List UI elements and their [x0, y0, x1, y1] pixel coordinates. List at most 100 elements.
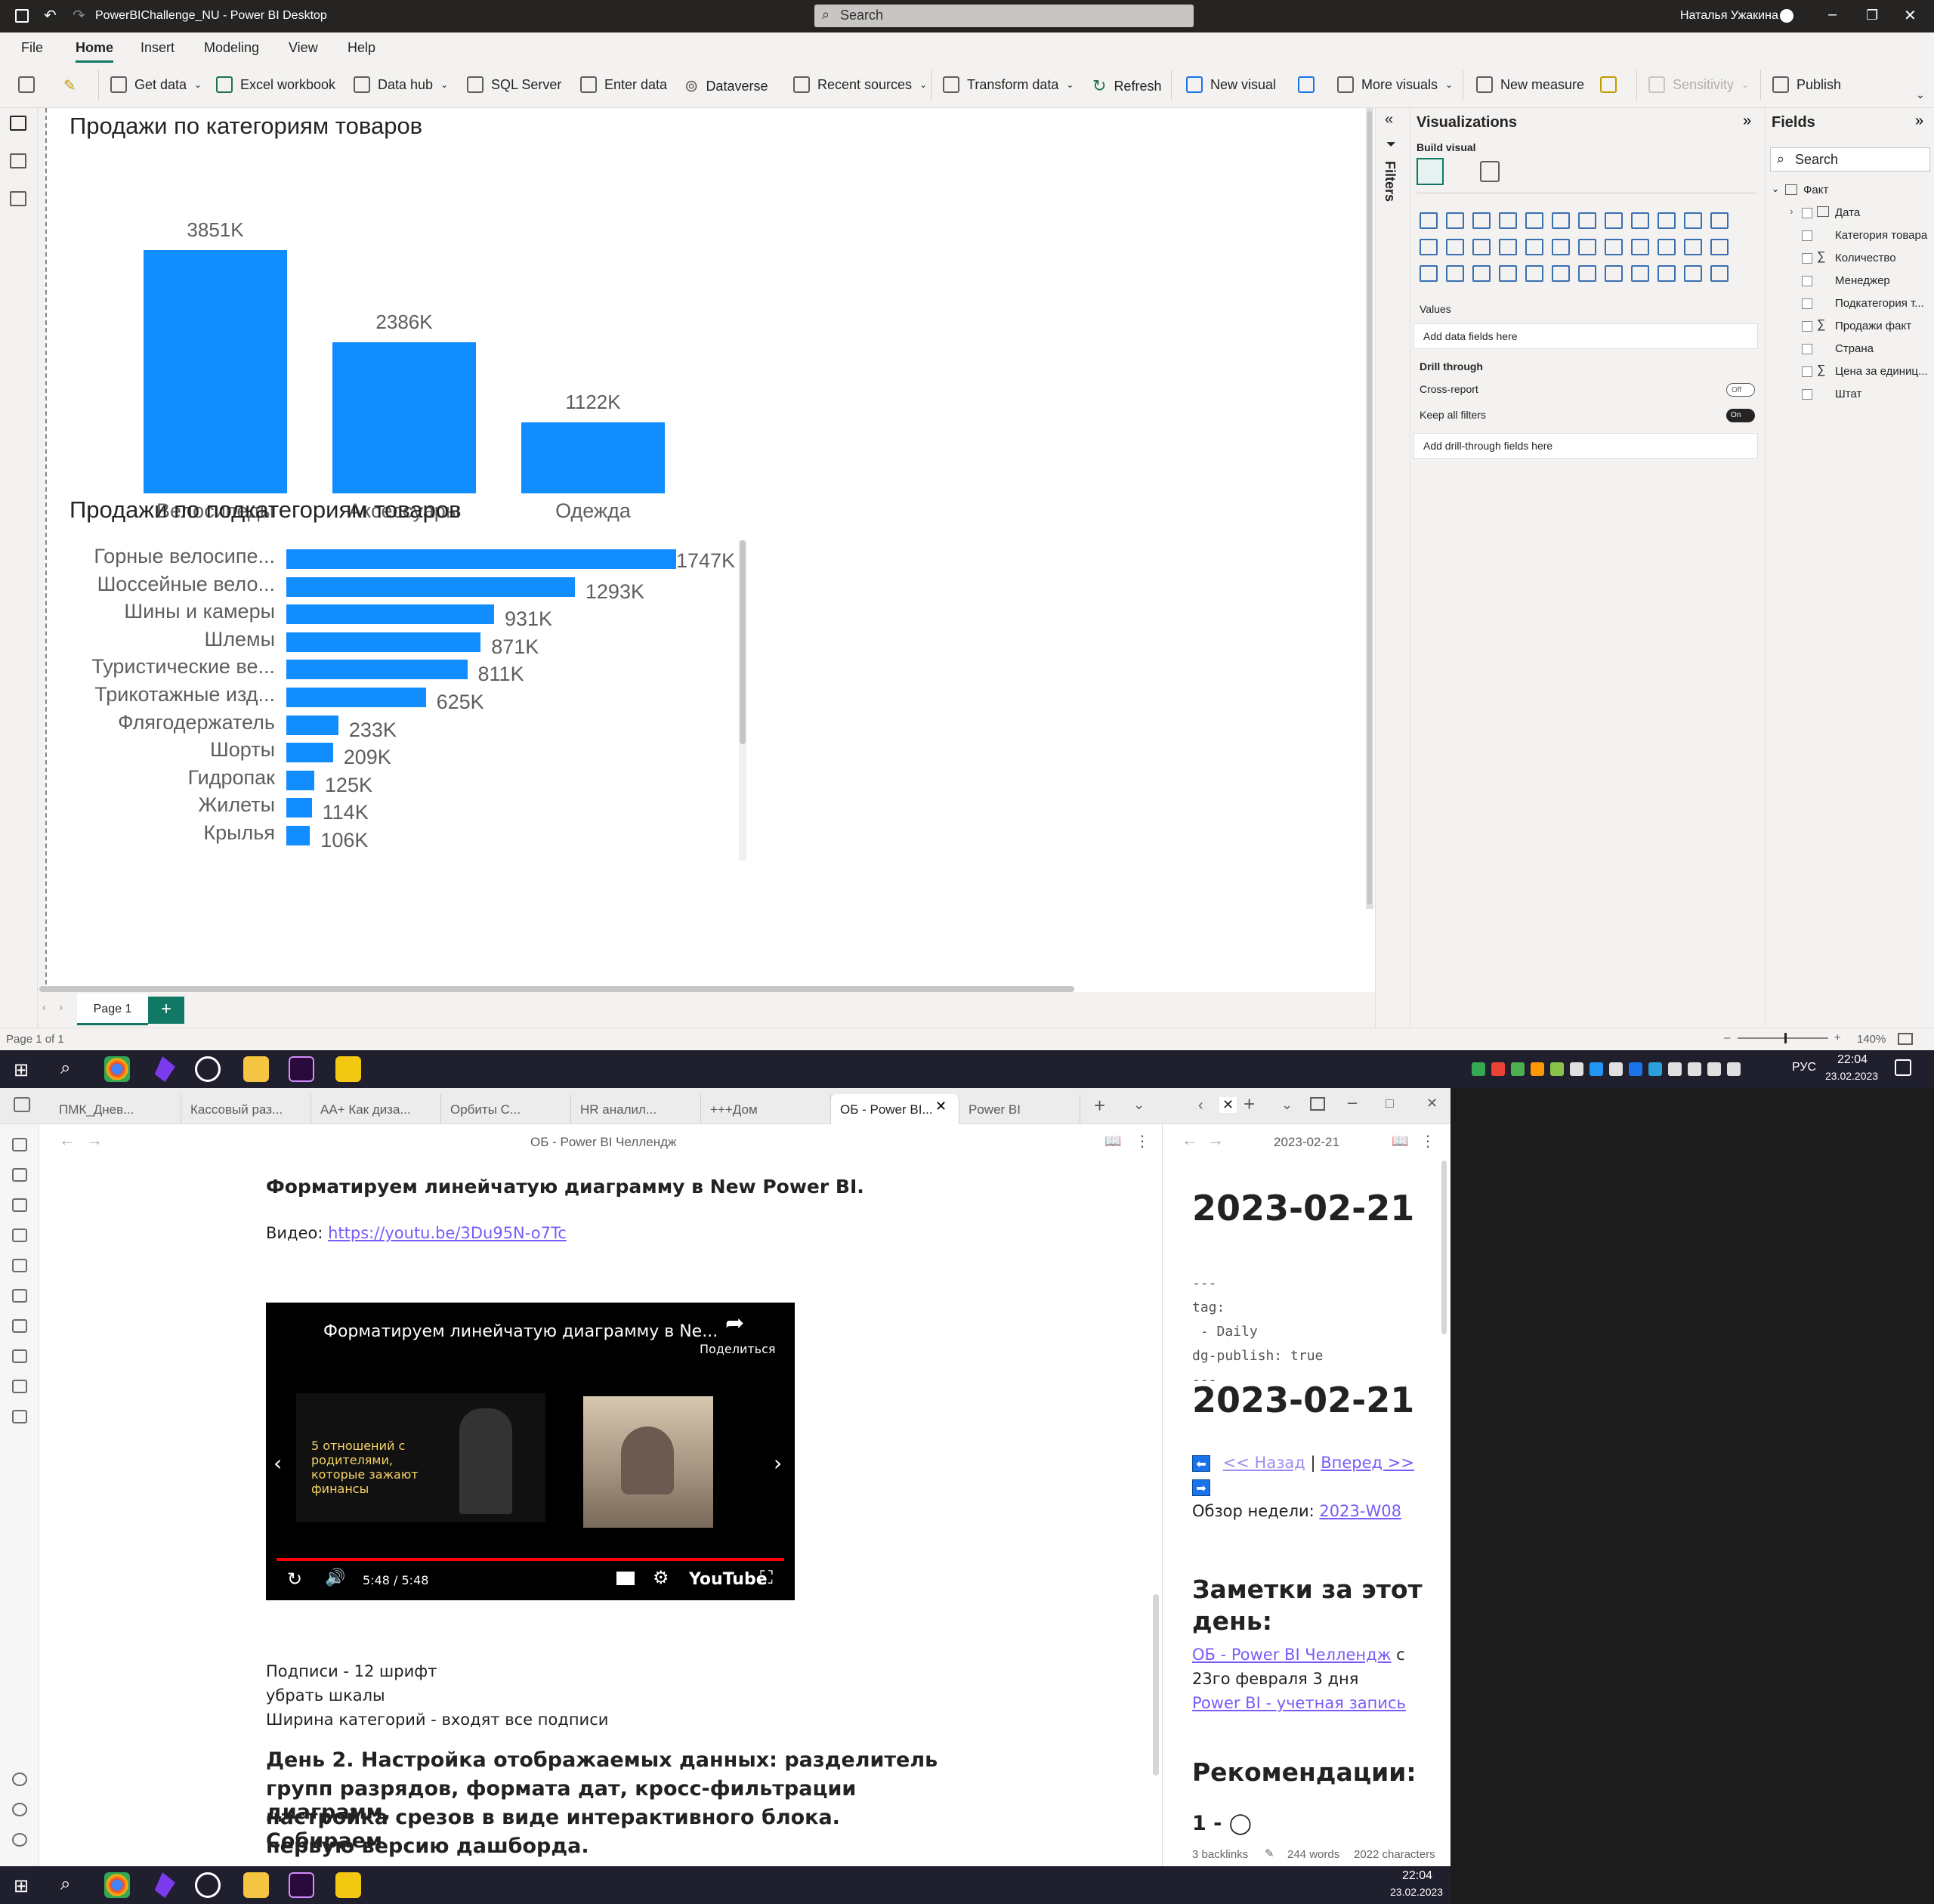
enter-data-button[interactable]: Enter data: [580, 76, 667, 93]
report-view-icon[interactable]: [10, 116, 26, 131]
powerbi-icon[interactable]: [335, 1872, 361, 1898]
dropbox-icon[interactable]: [1590, 1062, 1603, 1076]
premiere-icon[interactable]: [289, 1872, 314, 1898]
chrome-icon[interactable]: [104, 1872, 130, 1898]
tray-lang[interactable]: РУС: [1792, 1061, 1816, 1074]
note-link-2[interactable]: Power BI - учетная запись: [1192, 1694, 1406, 1712]
horizontal-bar[interactable]: [286, 688, 426, 707]
word-icon[interactable]: [1629, 1062, 1642, 1076]
column-bar[interactable]: [521, 422, 665, 493]
field-checkbox[interactable]: [1802, 230, 1812, 241]
tab-insert[interactable]: Insert: [141, 40, 175, 56]
new-tab-icon[interactable]: +: [1244, 1093, 1255, 1116]
vault-icon[interactable]: [12, 1773, 27, 1786]
tab-pmk[interactable]: ПМК_Днев...: [50, 1094, 181, 1124]
zoom-out-icon[interactable]: –: [1724, 1031, 1730, 1044]
chart-2-scrollbar-track[interactable]: [739, 540, 746, 861]
pane-divider[interactable]: [1162, 1124, 1163, 1866]
forward-icon[interactable]: →: [1207, 1130, 1224, 1150]
kpi-icon[interactable]: [1684, 239, 1702, 255]
stacked-area-icon[interactable]: [1631, 212, 1649, 229]
git-icon[interactable]: [12, 1319, 27, 1333]
calendar-icon[interactable]: [12, 1229, 27, 1242]
scrollbar-thumb[interactable]: [1367, 111, 1372, 904]
horizontal-bar[interactable]: [286, 576, 575, 597]
map-icon[interactable]: [1552, 239, 1570, 255]
close-icon[interactable]: ✕: [1904, 6, 1917, 25]
drill-through-field-well[interactable]: Add drill-through fields here: [1413, 433, 1758, 459]
page-tab-1[interactable]: Page 1: [77, 994, 148, 1025]
filled-map-icon[interactable]: [1578, 239, 1596, 255]
nvidia-icon[interactable]: [1511, 1062, 1525, 1076]
notifications-icon[interactable]: [1895, 1059, 1911, 1076]
horizontal-bar[interactable]: [286, 715, 338, 735]
transform-data-button[interactable]: Transform data ⌄: [943, 76, 1074, 93]
goals-icon[interactable]: [1631, 265, 1649, 282]
paginated-icon[interactable]: [1605, 265, 1623, 282]
field-item[interactable]: Цена за единиц...: [1835, 365, 1928, 378]
field-item[interactable]: Продажи факт: [1835, 320, 1911, 332]
search-icon[interactable]: ⌕: [60, 1874, 70, 1895]
new-visual-button[interactable]: New visual: [1186, 76, 1276, 93]
list-icon[interactable]: [12, 1380, 27, 1393]
network-icon[interactable]: [1688, 1062, 1701, 1076]
canvas-horizontal-scrollbar[interactable]: [39, 986, 1074, 992]
pie-icon[interactable]: [1472, 239, 1491, 255]
field-checkbox[interactable]: [1802, 321, 1812, 332]
files-icon[interactable]: [12, 1138, 27, 1151]
windows-start-icon[interactable]: ⊞: [14, 1875, 29, 1897]
antivirus-icon[interactable]: [1491, 1062, 1505, 1076]
field-checkbox[interactable]: [1802, 298, 1812, 309]
next-video-icon[interactable]: ›: [774, 1451, 782, 1476]
drive-icon[interactable]: [1472, 1062, 1485, 1076]
add-page-button[interactable]: +: [148, 997, 184, 1024]
edit-icon[interactable]: ✎: [1265, 1847, 1274, 1860]
text-box-button[interactable]: [1298, 76, 1315, 93]
help-icon[interactable]: [12, 1803, 27, 1816]
sidebar-toggle-icon[interactable]: [14, 1097, 30, 1112]
obsidian-icon[interactable]: [154, 1872, 175, 1898]
tray-date[interactable]: 23.02.2023: [1825, 1070, 1878, 1082]
replay-icon[interactable]: ↻: [287, 1569, 302, 1590]
collapse-chevron-icon[interactable]: »: [1743, 113, 1751, 130]
avatar[interactable]: [1780, 9, 1793, 23]
quick-measure-button[interactable]: [1600, 76, 1617, 93]
100-column-icon[interactable]: [1552, 212, 1570, 229]
field-checkbox[interactable]: [1802, 389, 1812, 400]
restore-icon[interactable]: ❐: [1866, 8, 1878, 23]
canvas-vertical-scrollbar[interactable]: [1366, 108, 1373, 909]
prev-video-icon[interactable]: ‹: [273, 1451, 282, 1476]
zoom-slider[interactable]: [1738, 1037, 1828, 1039]
collapse-chevron-icon[interactable]: »: [1915, 113, 1923, 130]
sql-server-button[interactable]: SQL Server: [467, 76, 561, 93]
tray-date[interactable]: 23.02.2023: [1390, 1886, 1443, 1898]
maximize-icon[interactable]: □: [1386, 1096, 1394, 1111]
stacked-bar-icon[interactable]: [1420, 212, 1438, 229]
tab-list-chevron-icon[interactable]: ⌄: [1281, 1097, 1293, 1113]
graph-icon[interactable]: [12, 1168, 27, 1182]
field-checkbox[interactable]: [1802, 208, 1812, 218]
new-tab-icon[interactable]: +: [1094, 1094, 1105, 1117]
values-field-well[interactable]: Add data fields here: [1413, 323, 1758, 349]
recent-sources-button[interactable]: Recent sources ⌄: [793, 76, 927, 93]
premiere-icon[interactable]: [289, 1056, 314, 1082]
display-icon[interactable]: [1668, 1062, 1682, 1076]
field-item[interactable]: Количество: [1835, 252, 1896, 264]
smart-narrative-icon[interactable]: [1578, 265, 1596, 282]
field-item[interactable]: Страна: [1835, 342, 1874, 355]
zoom-slider-thumb[interactable]: [1784, 1033, 1787, 1043]
stacked-column-icon[interactable]: [1446, 212, 1464, 229]
save-icon[interactable]: [15, 9, 29, 23]
field-checkbox[interactable]: [1802, 344, 1812, 354]
fields-search-input[interactable]: ⌕ Search: [1770, 147, 1930, 172]
r-visual-icon[interactable]: [1446, 265, 1464, 282]
settings-icon[interactable]: [12, 1833, 27, 1847]
next-page-icon[interactable]: ›: [59, 1001, 63, 1015]
slicer-icon[interactable]: [1710, 239, 1729, 255]
close-tab-icon[interactable]: ✕: [1219, 1097, 1237, 1113]
forward-link[interactable]: Вперед >>: [1321, 1454, 1414, 1472]
app-icon[interactable]: [1531, 1062, 1544, 1076]
cross-report-toggle[interactable]: Off: [1726, 383, 1755, 397]
expand-chevron-icon[interactable]: «: [1385, 111, 1393, 128]
refresh-button[interactable]: ↻ Refresh: [1092, 76, 1161, 96]
